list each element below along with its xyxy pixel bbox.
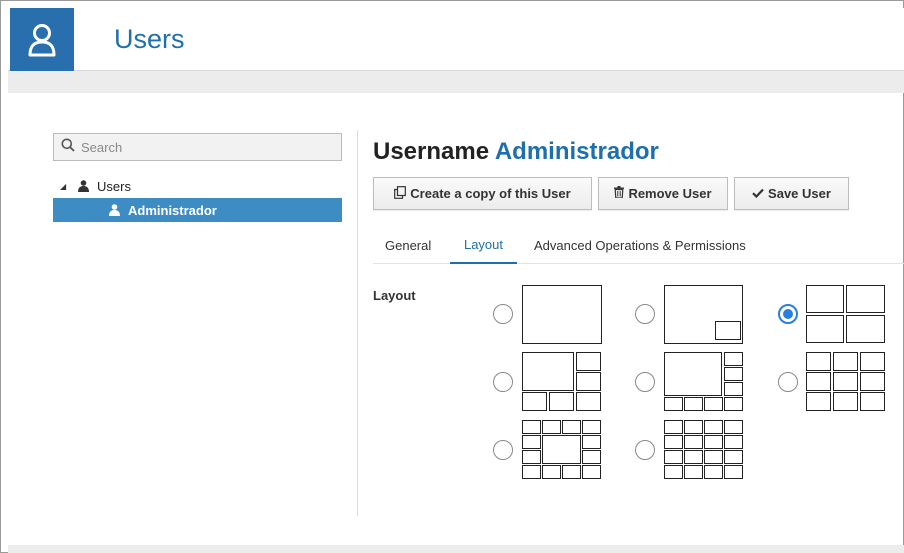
heading-prefix: Username <box>373 138 490 165</box>
layout-radio-1-plus-12[interactable] <box>493 440 513 460</box>
layout-preview-single[interactable] <box>522 285 602 345</box>
panel-divider <box>357 130 358 516</box>
tree-node-label: Users <box>97 178 131 194</box>
search-input[interactable] <box>81 139 321 155</box>
tab-advanced-permissions[interactable]: Advanced Operations & Permissions <box>534 226 746 264</box>
page-title: Users <box>114 24 185 54</box>
layout-radio-picture-in-picture[interactable] <box>635 304 655 324</box>
user-icon <box>10 8 74 71</box>
layout-radio-1-plus-7[interactable] <box>635 372 655 392</box>
collapse-triangle-icon[interactable]: ◢ <box>60 182 78 191</box>
search-box[interactable] <box>53 133 342 161</box>
user-icon <box>109 204 120 216</box>
save-user-label: Save User <box>768 186 831 201</box>
remove-user-label: Remove User <box>628 186 712 201</box>
layout-radio-grid-3x3[interactable] <box>778 372 798 392</box>
copy-icon <box>394 185 407 202</box>
search-icon <box>61 138 75 157</box>
copy-user-label: Create a copy of this User <box>410 186 571 201</box>
user-icon <box>78 180 89 192</box>
layout-preview-grid-3x3[interactable] <box>806 352 886 412</box>
tree-item-label: Administrador <box>128 202 217 218</box>
layout-radio-1-plus-5[interactable] <box>493 372 513 392</box>
copy-user-button[interactable]: Create a copy of this User <box>373 177 592 210</box>
layout-preview-1-plus-7[interactable] <box>664 352 744 412</box>
trash-icon <box>614 186 625 201</box>
layout-preview-picture-in-picture[interactable] <box>664 285 744 345</box>
tab-bar: General Layout Advanced Operations & Per… <box>373 226 904 264</box>
username-heading: Username Administrador <box>373 138 659 166</box>
layout-radio-single[interactable] <box>493 304 513 324</box>
layout-preview-1-plus-5[interactable] <box>522 352 602 412</box>
footer-band <box>8 545 904 553</box>
tab-layout[interactable]: Layout <box>450 226 517 264</box>
layout-radio-grid-2x2[interactable] <box>778 304 798 324</box>
tab-general[interactable]: General <box>385 226 431 264</box>
checkmark-icon <box>752 186 764 201</box>
header-divider-band <box>8 71 904 93</box>
layout-preview-grid-2x2[interactable] <box>806 285 886 345</box>
layout-preview-1-plus-12[interactable] <box>522 420 602 480</box>
save-user-button[interactable]: Save User <box>734 177 849 210</box>
layout-preview-grid-4x4[interactable] <box>664 420 744 480</box>
layout-radio-grid-4x4[interactable] <box>635 440 655 460</box>
app-header: Users <box>8 8 904 71</box>
layout-label: Layout <box>373 288 416 303</box>
tree-node-users[interactable]: ◢ Users <box>60 177 131 195</box>
heading-username: Administrador <box>494 138 659 165</box>
remove-user-button[interactable]: Remove User <box>598 177 728 210</box>
tree-item-administrador[interactable]: Administrador <box>53 198 342 222</box>
